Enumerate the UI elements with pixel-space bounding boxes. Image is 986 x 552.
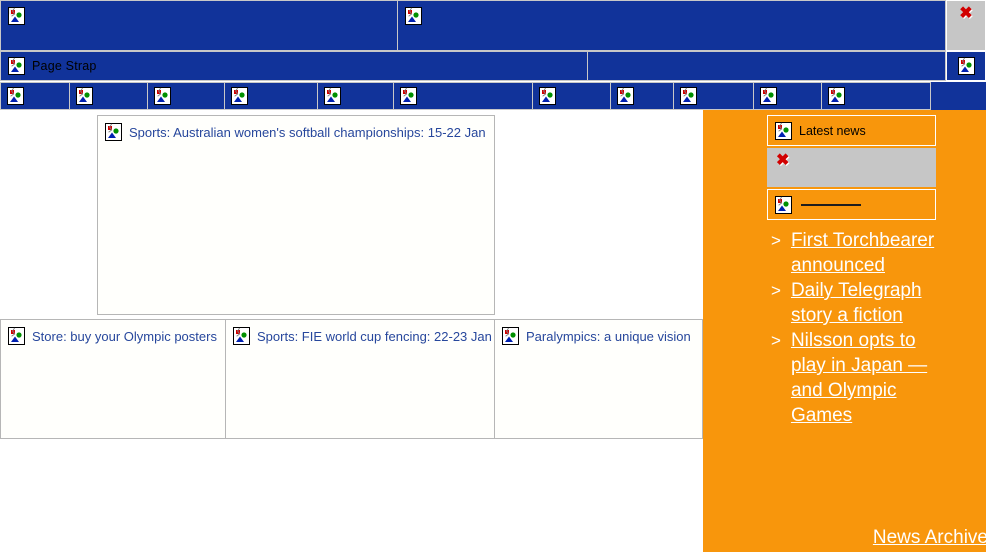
broken-image-icon [8, 327, 25, 345]
broken-image-icon [760, 87, 777, 105]
broken-image-icon [775, 121, 792, 140]
chevron-right-icon: > [771, 231, 781, 250]
broken-image-icon [231, 87, 248, 105]
feature-card[interactable]: Sports: Australian women's softball cham… [97, 115, 495, 315]
broken-image-icon [324, 87, 341, 105]
broken-image-icon [405, 7, 422, 25]
card-alt-line: Paralympics: a unique vision [502, 327, 702, 345]
news-link-2[interactable]: Daily Telegraph story a fiction [791, 278, 937, 328]
broken-image-icon [233, 327, 250, 345]
store-card[interactable]: Store: buy your Olympic posters [0, 319, 226, 439]
latest-news-label: Latest news [799, 123, 866, 138]
sidebar-plugin-placeholder[interactable]: ✖ [767, 148, 936, 187]
top-banner-row: ✖ [0, 0, 986, 51]
news-archive-link[interactable]: News Archive [873, 526, 986, 550]
fencing-card[interactable]: Sports: FIE world cup fencing: 22-23 Jan [225, 319, 495, 439]
broken-image-icon [680, 87, 697, 105]
nav-item-3[interactable] [148, 82, 225, 110]
nav-item-2[interactable] [70, 82, 148, 110]
broken-image-icon [957, 57, 975, 75]
broken-image-icon [828, 87, 845, 105]
broken-image-icon [7, 87, 24, 105]
broken-image-icon [775, 195, 792, 214]
card-alt-line: Sports: FIE world cup fencing: 22-23 Jan [233, 327, 494, 345]
nav-item-7[interactable] [533, 82, 611, 110]
broken-image-icon [617, 87, 634, 105]
page-strap[interactable]: Page Strap [0, 51, 588, 81]
list-item[interactable]: > Nilsson opts to play in Japan — and Ol… [771, 328, 986, 428]
broken-image-icon [8, 7, 25, 25]
broken-plugin-x-icon: ✖ [959, 5, 973, 22]
nav-item-4[interactable] [225, 82, 318, 110]
broken-image-icon [154, 87, 171, 105]
list-item[interactable]: > First Torchbearer announced [771, 228, 986, 278]
nav-item-10[interactable] [754, 82, 822, 110]
broken-image-icon [105, 123, 122, 141]
main-content-area: Sports: Australian women's softball cham… [0, 110, 703, 552]
banner-left-image-slot[interactable] [0, 0, 398, 51]
card-alt-line: Store: buy your Olympic posters [8, 327, 225, 345]
paralympics-card-alt-text: Paralympics: a unique vision [526, 328, 691, 344]
strap-right-image-slot[interactable] [946, 51, 986, 81]
news-link-1[interactable]: First Torchbearer announced [791, 228, 937, 278]
news-headline-list: > First Torchbearer announced > Daily Te… [771, 228, 986, 428]
nav-filler [931, 82, 986, 110]
broken-image-icon [8, 57, 25, 75]
list-item[interactable]: > Daily Telegraph story a fiction [771, 278, 986, 328]
nav-item-1[interactable] [0, 82, 70, 110]
broken-plugin-x-icon: ✖ [776, 152, 790, 169]
chevron-right-icon: > [771, 281, 781, 300]
page-strap-filler [588, 51, 946, 81]
news-link-3[interactable]: Nilsson opts to play in Japan — and Olym… [791, 328, 937, 428]
store-card-alt-text: Store: buy your Olympic posters [32, 328, 217, 344]
broken-image-icon [502, 327, 519, 345]
page-strap-row: Page Strap [0, 51, 986, 81]
fencing-card-alt-text: Sports: FIE world cup fencing: 22-23 Jan [257, 328, 492, 344]
chevron-right-icon: > [771, 331, 781, 350]
latest-news-header[interactable]: Latest news [767, 115, 936, 146]
nav-item-11[interactable] [822, 82, 931, 110]
feature-card-alt-text: Sports: Australian women's softball cham… [129, 124, 486, 140]
broken-image-icon [76, 87, 93, 105]
banner-plugin-placeholder[interactable]: ✖ [946, 0, 986, 51]
nav-item-9[interactable] [674, 82, 754, 110]
horizontal-rule [801, 203, 861, 206]
sidebar-rule-box[interactable] [767, 189, 936, 220]
card-alt-line: Sports: Australian women's softball cham… [105, 123, 494, 141]
main-navigation-bar [0, 82, 986, 110]
nav-item-8[interactable] [611, 82, 674, 110]
paralympics-card[interactable]: Paralympics: a unique vision [494, 319, 703, 439]
broken-image-icon [400, 87, 417, 105]
broken-image-icon [539, 87, 556, 105]
right-sidebar: Latest news ✖ > First Torchbearer announ… [703, 110, 986, 552]
banner-mid-image-slot[interactable] [398, 0, 946, 51]
nav-item-6[interactable] [394, 82, 533, 110]
nav-item-5[interactable] [318, 82, 394, 110]
page-strap-label: Page Strap [32, 59, 97, 73]
